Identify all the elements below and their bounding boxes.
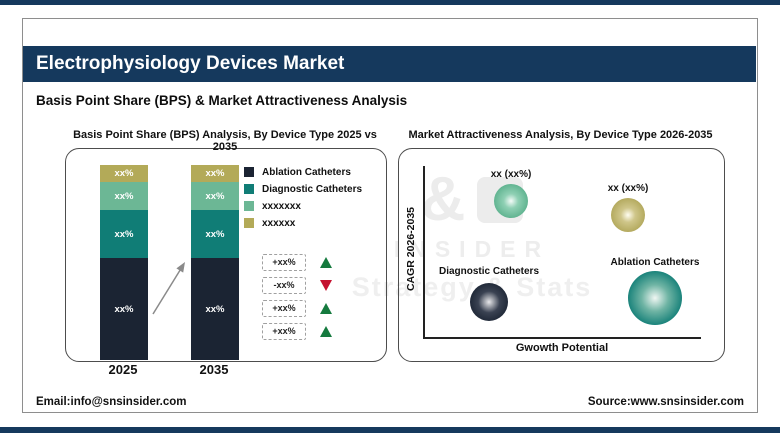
legend-item: Diagnostic Catheters	[244, 183, 363, 195]
delta-value-box: +xx%	[262, 323, 306, 340]
delta-value-box: +xx%	[262, 254, 306, 271]
bar-segment: xx%	[100, 165, 148, 182]
bottom-accent-bar	[0, 427, 780, 433]
x-axis-line	[423, 337, 701, 339]
segment-value: xx%	[205, 303, 225, 315]
bubble-label: Diagnostic Catheters	[438, 266, 540, 277]
legend-swatch-seafoam-icon	[244, 201, 254, 211]
footer-source: Source:www.snsinsider.com	[587, 396, 744, 408]
bar-segment: xx%	[191, 182, 239, 210]
bps-legend: Ablation Catheters Diagnostic Catheters …	[244, 166, 363, 229]
legend-swatch-teal-icon	[244, 184, 254, 194]
page-subtitle: Basis Point Share (BPS) & Market Attract…	[36, 93, 408, 108]
top-accent-bar	[0, 0, 780, 5]
bar-segment: xx%	[100, 182, 148, 210]
legend-item: Ablation Catheters	[244, 166, 362, 178]
delta-value-box: +xx%	[262, 300, 306, 317]
x-tick-2035: 2035	[199, 362, 229, 377]
bar-segment: xx%	[100, 210, 148, 258]
bps-chart-title: Basis Point Share (BPS) Analysis, By Dev…	[73, 129, 377, 153]
segment-value: xx%	[114, 303, 134, 315]
infographic-canvas: & INSIDER Strategy & Stats Electrophysio…	[0, 0, 780, 433]
footer-email: Email:info@snsinsider.com	[36, 396, 187, 408]
bar-segment: xx%	[100, 258, 148, 360]
delta-badge-row: +xx%	[262, 323, 332, 340]
bubble-seafoam	[494, 184, 528, 218]
attractiveness-chart-panel: CAGR 2026-2035 Gwowth Potential xx (xx%)…	[398, 148, 725, 362]
bubble-label: xx (xx%)	[490, 169, 532, 180]
legend-item: xxxxxx	[244, 217, 362, 229]
bubble-label: xx (xx%)	[607, 183, 649, 194]
legend-item: xxxxxxx	[244, 200, 362, 212]
segment-value: xx%	[114, 168, 134, 179]
up-triangle-icon	[320, 326, 332, 337]
trend-arrow-icon	[152, 262, 185, 315]
up-triangle-icon	[320, 303, 332, 314]
bubble-khaki	[611, 198, 645, 232]
down-triangle-icon	[320, 280, 332, 291]
segment-value: xx%	[205, 228, 225, 240]
bubble-label: Ablation Catheters	[610, 257, 700, 268]
segment-value: xx%	[114, 228, 134, 240]
up-triangle-icon	[320, 257, 332, 268]
y-axis-label: CAGR 2026-2035	[405, 206, 417, 292]
legend-label: xxxxxx	[262, 217, 296, 229]
delta-value-box: -xx%	[262, 277, 306, 294]
segment-value: xx%	[114, 190, 134, 202]
bps-chart-panel: xx% xx% xx% xx% xx% xx% xx% xx% Ablation…	[65, 148, 387, 362]
bar-segment: xx%	[191, 258, 239, 360]
x-tick-2025: 2025	[108, 362, 138, 377]
legend-label: xxxxxxx	[262, 200, 301, 212]
legend-label: Diagnostic Catheters	[262, 183, 363, 195]
stacked-bar-2025: xx% xx% xx% xx%	[100, 165, 148, 360]
segment-value: xx%	[205, 168, 225, 179]
title-bar: Electrophysiology Devices Market	[23, 46, 756, 82]
bar-segment: xx%	[191, 165, 239, 182]
segment-value: xx%	[205, 190, 225, 202]
delta-badge-row: +xx%	[262, 254, 332, 271]
delta-badge-row: +xx%	[262, 300, 332, 317]
attractiveness-chart-title: Market Attractiveness Analysis, By Devic…	[408, 129, 713, 141]
y-axis-line	[423, 166, 425, 338]
page-title: Electrophysiology Devices Market	[36, 53, 345, 74]
delta-badge-row: -xx%	[262, 277, 332, 294]
bar-segment: xx%	[191, 210, 239, 258]
bubble-diagnostic-catheters	[470, 283, 508, 321]
stacked-bar-2035: xx% xx% xx% xx%	[191, 165, 239, 360]
legend-swatch-khaki-icon	[244, 218, 254, 228]
bubble-ablation-catheters	[628, 271, 682, 325]
legend-swatch-navy-icon	[244, 167, 254, 177]
x-axis-label: Gwowth Potential	[515, 342, 609, 354]
legend-label: Ablation Catheters	[262, 166, 351, 178]
